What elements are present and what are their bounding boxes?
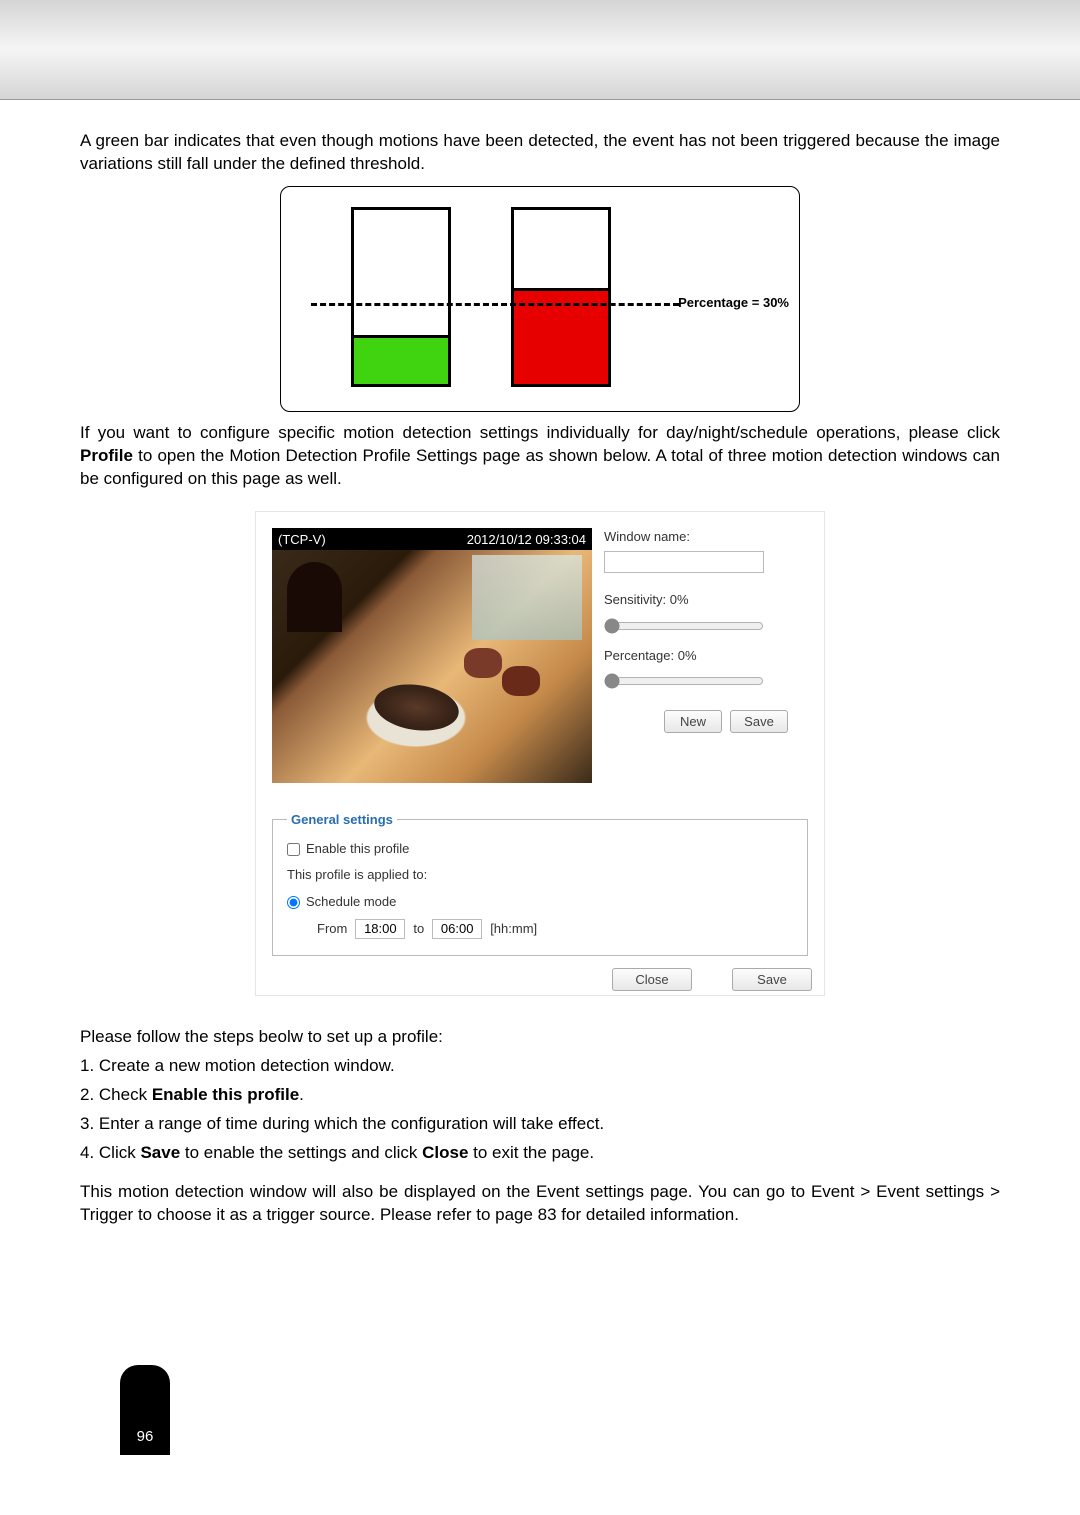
intro-p2-a: If you want to configure specific motion… [80,423,1000,442]
page-number: 96 [137,1428,154,1445]
page-content: A green bar indicates that even though m… [0,100,1080,1226]
applied-to-label: This profile is applied to: [287,866,793,884]
schedule-mode-label: Schedule mode [306,893,396,911]
bar-green [351,207,451,387]
sensitivity-slider[interactable] [604,619,764,633]
profile-dialog-wrap: (TCP-V) 2012/10/12 09:33:04 Window name: [80,511,1000,996]
intro-p2-c: to open the Motion Detection Profile Set… [80,446,1000,488]
new-button[interactable]: New [664,710,722,733]
profile-dialog: (TCP-V) 2012/10/12 09:33:04 Window name: [255,511,825,996]
intro-paragraph-2: If you want to configure specific motion… [80,422,1000,491]
threshold-line [311,303,679,306]
general-settings-legend: General settings [287,811,397,829]
video-preview: (TCP-V) 2012/10/12 09:33:04 [272,528,592,783]
to-label: to [413,920,424,938]
video-scene [272,550,592,783]
page-number-tab: 96 [120,1365,170,1455]
threshold-label: Percentage = 30% [678,294,789,312]
to-time-input[interactable] [432,919,482,939]
window-name-input[interactable] [604,551,764,573]
bar-red [511,207,611,387]
save2-button[interactable]: Save [732,968,812,991]
intro-paragraph-1: A green bar indicates that even though m… [80,130,1000,176]
header-bar [0,0,1080,100]
video-timestamp: 2012/10/12 09:33:04 [467,531,586,549]
step-3: 3. Enter a range of time during which th… [80,1113,1000,1136]
save-button[interactable]: Save [730,710,788,733]
profile-bold: Profile [80,446,133,465]
from-time-input[interactable] [355,919,405,939]
footer-note: This motion detection window will also b… [80,1181,1000,1227]
bar-green-fill [354,335,448,384]
step-1: 1. Create a new motion detection window. [80,1055,1000,1078]
video-title: (TCP-V) [278,531,326,549]
step-2: 2. Check Enable this profile. [80,1084,1000,1107]
percentage-label: Percentage: 0% [604,647,808,665]
step-4: 4. Click Save to enable the settings and… [80,1142,1000,1165]
threshold-diagram-wrap: Percentage = 30% [80,186,1000,412]
percentage-slider[interactable] [604,674,764,688]
steps-intro: Please follow the steps beolw to set up … [80,1026,1000,1049]
close-button[interactable]: Close [612,968,692,991]
hhmm-label: [hh:mm] [490,920,537,938]
enable-profile-checkbox[interactable] [287,843,300,856]
window-name-label: Window name: [604,528,808,546]
threshold-diagram: Percentage = 30% [280,186,800,412]
controls-column: Window name: Sensitivity: 0% Percentage:… [604,528,808,783]
from-label: From [317,920,347,938]
sensitivity-label: Sensitivity: 0% [604,591,808,609]
general-settings-fieldset: General settings Enable this profile Thi… [272,811,808,956]
schedule-mode-radio[interactable] [287,896,300,909]
enable-profile-label: Enable this profile [306,840,409,858]
